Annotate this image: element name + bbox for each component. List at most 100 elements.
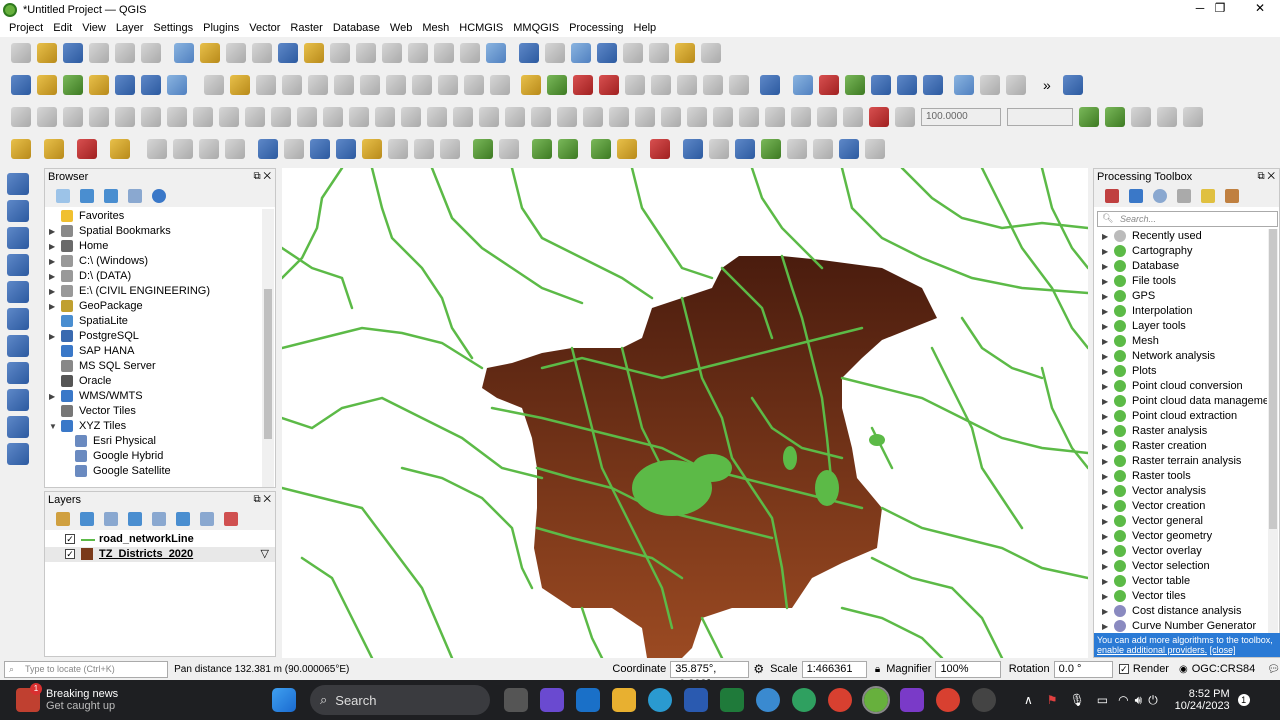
news-widget-icon[interactable]: 1 [16, 683, 42, 712]
rotation-input[interactable]: 100.0000 [921, 108, 1001, 126]
digitize-icon[interactable] [282, 75, 302, 95]
expand-arrow-icon[interactable]: ▶ [1102, 484, 1108, 499]
notice-close-link[interactable]: [close] [1210, 645, 1236, 655]
shape-tool-3-icon[interactable] [199, 139, 219, 159]
results-viewer-icon[interactable] [1177, 189, 1191, 203]
clock[interactable]: 8:52 PM 10/24/2023 [1170, 688, 1230, 712]
crosshair-icon[interactable] [709, 139, 729, 159]
layer-item[interactable]: ✓ TZ_Districts_2020 ▽ [45, 547, 275, 562]
expand-arrow-icon[interactable]: ▶ [1102, 514, 1108, 529]
browser-item[interactable]: ▶ Home [45, 239, 263, 254]
expand-arrow-icon[interactable]: ▶ [1102, 349, 1108, 364]
digitize-7-icon[interactable] [167, 107, 187, 127]
map-svg[interactable] [282, 168, 1088, 658]
shape-tool-1-icon[interactable] [147, 139, 167, 159]
processing-provider-item[interactable]: ▶ Recently used [1094, 229, 1267, 244]
new-mesh-layer-icon[interactable] [167, 75, 187, 95]
browser-item[interactable]: Google Satellite [45, 464, 263, 479]
expand-arrow-icon[interactable]: ▶ [1102, 499, 1108, 514]
processing-provider-item[interactable]: ▶ Layer tools [1094, 319, 1267, 334]
digitize-26-icon[interactable] [661, 107, 681, 127]
advanced-digitize-icon[interactable] [1105, 107, 1125, 127]
digitize-32-icon[interactable] [817, 107, 837, 127]
text-annotation-icon[interactable] [701, 43, 721, 63]
add-wfs-icon[interactable] [7, 389, 29, 411]
digitize-33-icon[interactable] [843, 107, 863, 127]
processing-provider-item[interactable]: ▶ Vector selection [1094, 559, 1267, 574]
qgis-ltr-icon[interactable] [792, 688, 816, 712]
expand-arrow-icon[interactable]: ▶ [1102, 529, 1108, 544]
north-arrow-icon[interactable] [735, 139, 755, 159]
browser-scrollbar[interactable] [262, 209, 274, 487]
wrench-icon[interactable] [865, 139, 885, 159]
pan-to-selection-icon[interactable] [200, 43, 220, 63]
menu-database[interactable]: Database [333, 22, 380, 34]
models-icon[interactable] [1105, 189, 1119, 203]
pan-tool-icon[interactable] [174, 43, 194, 63]
microphone-icon[interactable]: 🎙︎ [1070, 693, 1085, 707]
scale-field[interactable]: 1:466361 [801, 660, 867, 678]
browser-item[interactable]: Oracle [45, 374, 263, 389]
collapse-all-icon[interactable] [200, 512, 214, 526]
annotation-marker-icon[interactable] [362, 139, 382, 159]
expand-arrow-icon[interactable]: ▶ [1102, 409, 1108, 424]
expand-arrow-icon[interactable]: ▶ [1102, 394, 1108, 409]
digitize-23-icon[interactable] [583, 107, 603, 127]
edit-tool-icon[interactable] [617, 139, 637, 159]
add-virtual-layer-icon[interactable] [7, 308, 29, 330]
binoculars-icon[interactable] [1006, 75, 1026, 95]
manage-themes-icon[interactable] [104, 512, 118, 526]
refresh-icon[interactable] [486, 43, 506, 63]
power-icon[interactable]: ⏻ [1148, 693, 1158, 708]
annotation-polygon-icon[interactable] [310, 139, 330, 159]
digitize-24-icon[interactable] [609, 107, 629, 127]
coordinate-field[interactable]: 35.875°, -6.208° [670, 660, 750, 690]
georeferencer-icon[interactable] [793, 75, 813, 95]
pin-label-icon[interactable] [625, 75, 645, 95]
digitize-3-icon[interactable] [63, 107, 83, 127]
edit-features-in-place-icon[interactable] [1201, 189, 1215, 203]
temporal-controller-icon[interactable] [460, 43, 480, 63]
processing-provider-item[interactable]: ▶ Raster tools [1094, 469, 1267, 484]
digitize-19-icon[interactable] [479, 107, 499, 127]
web-globe-3-icon[interactable] [923, 75, 943, 95]
attribute-table-icon[interactable] [545, 43, 565, 63]
zoom-next-icon[interactable] [408, 43, 428, 63]
expand-arrow-icon[interactable]: ▶ [1102, 544, 1108, 559]
processing-provider-item[interactable]: ▶ Plots [1094, 364, 1267, 379]
wifi-icon[interactable]: ◠ [1118, 693, 1128, 707]
python-console-icon[interactable] [954, 75, 974, 95]
refresh-icon[interactable] [80, 189, 94, 203]
app-dark-icon[interactable] [972, 688, 996, 712]
add-vector-tile-icon[interactable] [7, 443, 29, 465]
processing-search-field[interactable]: 🔍︎ Search... [1097, 211, 1278, 227]
digitize-6-icon[interactable] [141, 107, 161, 127]
file-explorer-icon[interactable] [612, 688, 636, 712]
add-group-icon[interactable] [80, 512, 94, 526]
app-blue-icon[interactable] [756, 688, 780, 712]
rotation-field[interactable]: 0.0 ° [1053, 660, 1113, 678]
expand-arrow-icon[interactable]: ▶ [1102, 364, 1108, 379]
measure-icon[interactable] [649, 43, 669, 63]
browser-item[interactable]: ▶ Spatial Bookmarks [45, 224, 263, 239]
browser-item[interactable]: Esri Physical [45, 434, 263, 449]
windows-start-icon[interactable] [272, 688, 296, 712]
visual-studio-icon[interactable] [900, 688, 924, 712]
qgis-icon[interactable] [862, 686, 890, 714]
database-icon[interactable] [760, 75, 780, 95]
collapse-arrow-icon[interactable]: ▼ [49, 419, 57, 434]
digitize-15-icon[interactable] [375, 107, 395, 127]
digitize-8-icon[interactable] [193, 107, 213, 127]
expand-arrow-icon[interactable]: ▶ [49, 389, 55, 404]
add-spatialite-icon[interactable] [7, 281, 29, 303]
annotation-line-icon[interactable] [336, 139, 356, 159]
panel-float-close-icon[interactable]: ⧉ ✕ [253, 492, 271, 508]
digitize-16-icon[interactable] [401, 107, 421, 127]
edit-2-icon[interactable] [813, 139, 833, 159]
browser-item[interactable]: ▼ XYZ Tiles [45, 419, 263, 434]
layer-item[interactable]: ✓ road_networkLine [45, 532, 275, 547]
expand-arrow-icon[interactable]: ▶ [1102, 304, 1108, 319]
chrome-icon[interactable] [828, 688, 852, 712]
shape-tool-2-icon[interactable] [173, 139, 193, 159]
expand-arrow-icon[interactable]: ▶ [1102, 574, 1108, 589]
